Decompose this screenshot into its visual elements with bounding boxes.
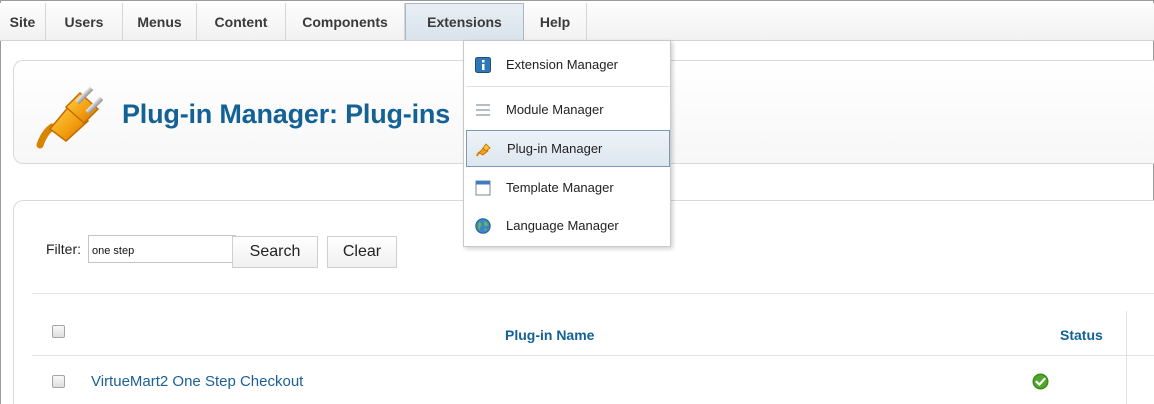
- dropdown-item-template-manager[interactable]: Template Manager: [466, 169, 670, 206]
- language-manager-icon: [475, 217, 491, 234]
- dropdown-item-module-manager[interactable]: Module Manager: [466, 91, 670, 128]
- clear-button[interactable]: Clear: [327, 236, 397, 268]
- menu-extensions[interactable]: Extensions: [405, 3, 524, 40]
- dropdown-item-plugin-manager[interactable]: Plug-in Manager: [466, 130, 670, 167]
- column-header-plugin-name[interactable]: Plug-in Name: [505, 327, 594, 343]
- plugin-manager-icon: [476, 142, 491, 156]
- menu-content[interactable]: Content: [197, 3, 286, 40]
- dropdown-item-label: Template Manager: [506, 180, 614, 195]
- dropdown-separator: [466, 86, 670, 87]
- menu-site[interactable]: Site: [0, 3, 46, 40]
- menu-help[interactable]: Help: [524, 3, 587, 40]
- dropdown-item-label: Plug-in Manager: [507, 141, 603, 156]
- dropdown-item-extension-manager[interactable]: Extension Manager: [466, 46, 670, 83]
- extension-manager-icon: [475, 56, 491, 73]
- search-button[interactable]: Search: [232, 236, 318, 268]
- menu-menus[interactable]: Menus: [123, 3, 197, 40]
- menu-components[interactable]: Components: [286, 3, 405, 40]
- plugin-name-link[interactable]: VirtueMart2 One Step Checkout: [91, 373, 303, 390]
- filter-input[interactable]: one step: [88, 235, 236, 263]
- column-header-status[interactable]: Status: [1060, 327, 1103, 343]
- module-manager-icon: [476, 103, 490, 116]
- dropdown-item-label: Extension Manager: [506, 57, 619, 72]
- extensions-dropdown: Extension Manager Module Manager Plug-in…: [463, 40, 671, 247]
- filter-label: Filter:: [46, 241, 81, 257]
- row-checkbox[interactable]: [52, 375, 65, 388]
- page-title: Plug-in Manager: Plug-ins: [122, 99, 451, 129]
- table-divider-header: [32, 355, 1154, 356]
- dropdown-item-label: Module Manager: [506, 102, 604, 117]
- template-manager-icon: [475, 180, 491, 195]
- column-divider: [1126, 311, 1127, 404]
- menu-users[interactable]: Users: [46, 3, 123, 40]
- enabled-check-icon[interactable]: [1032, 373, 1049, 390]
- table-divider-top: [32, 293, 1154, 294]
- select-all-checkbox[interactable]: [52, 325, 65, 338]
- dropdown-item-label: Language Manager: [506, 218, 619, 233]
- dropdown-item-language-manager[interactable]: Language Manager: [466, 207, 670, 244]
- top-menu-bar: Site Users Menus Content Components Exte…: [0, 3, 1154, 41]
- plug-icon: [36, 86, 104, 149]
- menu-bar-filler: [587, 3, 1154, 40]
